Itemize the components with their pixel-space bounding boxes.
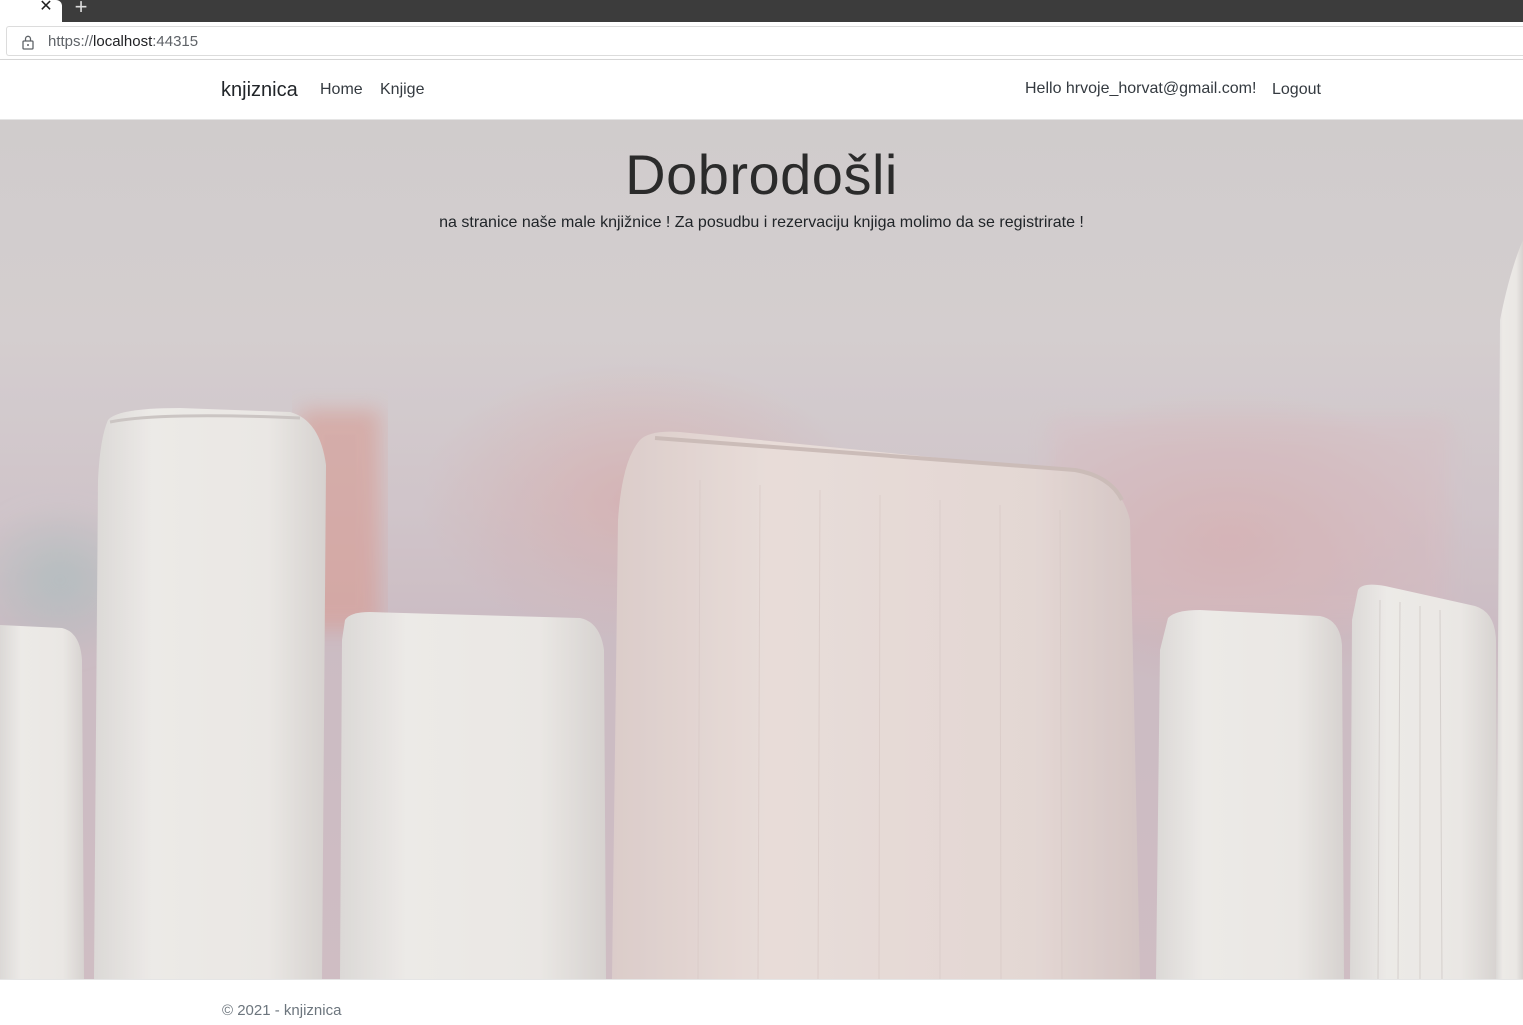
lock-icon[interactable] [21, 34, 35, 50]
hero-section: Dobrodošli na stranice naše male knjižni… [0, 120, 1523, 979]
url-host: localhost [93, 33, 153, 50]
site-navbar: knjiznica Home Knjige Hello hrvoje_horva… [0, 60, 1523, 120]
browser-tab[interactable]: ✕ [0, 0, 62, 22]
plus-icon[interactable]: + [72, 0, 90, 18]
browser-tab-strip: ✕ + [0, 0, 1523, 22]
page-subtitle: na stranice naše male knjižnice ! Za pos… [439, 214, 1084, 231]
close-icon[interactable]: ✕ [39, 0, 53, 15]
page-title: Dobrodošli [625, 143, 898, 206]
url-scheme: https:// [48, 33, 94, 50]
address-bar: https://localhost:44315 [0, 22, 1523, 60]
logout-button[interactable]: Logout [1272, 81, 1321, 99]
url-text[interactable]: https://localhost:44315 [48, 33, 198, 50]
nav-link-home[interactable]: Home [320, 81, 363, 99]
brand-link[interactable]: knjiznica [221, 79, 298, 102]
url-port: :44315 [152, 33, 199, 50]
url-input[interactable]: https://localhost:44315 [6, 26, 1523, 56]
footer-copyright: © 2021 - knjiznica [222, 1002, 342, 1019]
user-greeting-link[interactable]: Hello hrvoje_horvat@gmail.com! [1025, 80, 1256, 98]
books-background-image [0, 120, 1523, 979]
nav-link-knjige[interactable]: Knjige [380, 81, 424, 99]
site-footer: © 2021 - knjiznica [0, 979, 1523, 1025]
